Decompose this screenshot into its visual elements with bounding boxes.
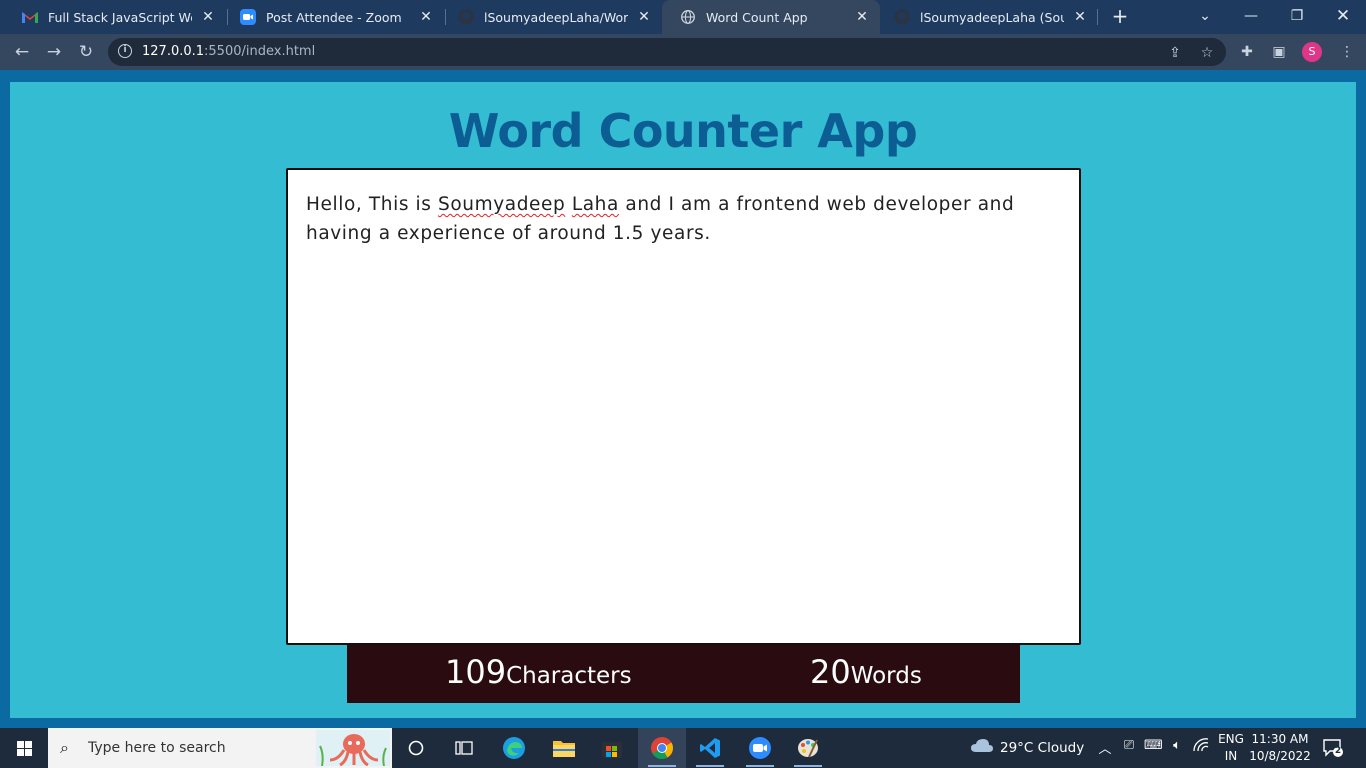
search-icon: ⌕	[60, 738, 69, 757]
characters-count: 109	[445, 653, 507, 691]
close-icon[interactable]: ✕	[418, 9, 434, 25]
file-explorer-folder-icon[interactable]	[540, 728, 588, 768]
windows-logo-icon	[16, 740, 32, 756]
menu-kebab-icon[interactable]: ⋮	[1338, 43, 1356, 61]
language-code: ENG	[1218, 732, 1244, 746]
tab-github-profile[interactable]: lSoumyadeepLaha (Soumyad ✕	[876, 0, 1098, 34]
tab-title: lSoumyadeepLaha (Soumyad	[920, 9, 1064, 25]
page-title: Word Counter App	[448, 104, 918, 158]
tab-title: Word Count App	[706, 9, 808, 25]
edge-browser-icon[interactable]	[490, 728, 538, 768]
url-host: 127.0.0.1	[142, 44, 205, 59]
cloudy-weather-icon[interactable]	[970, 737, 994, 757]
tab-title: Post Attendee - Zoom	[266, 9, 402, 25]
notification-center-icon[interactable]: 2	[1322, 738, 1344, 758]
words-label: Words	[850, 663, 922, 689]
chevron-up-icon[interactable]: ︿	[1096, 738, 1114, 757]
bookmark-star-icon[interactable]: ☆	[1198, 44, 1216, 62]
side-panel-icon[interactable]: ▣	[1270, 43, 1288, 61]
start-button[interactable]	[0, 728, 48, 768]
words-count: 20	[810, 653, 851, 691]
new-tab-button[interactable]: +	[1108, 4, 1132, 28]
paint-palette-icon[interactable]	[784, 728, 832, 768]
wifi-icon[interactable]	[1192, 738, 1210, 756]
misspelled-word: Soumyadeep	[438, 194, 566, 215]
system-clock[interactable]: 11:30 AM 10/8/2022	[1248, 731, 1312, 765]
browser-toolbar: ← → ↻ i 127.0.0.1:5500/index.html ⇪ ☆ ✚ …	[0, 34, 1366, 70]
tab-title: Full Stack JavaScript Web Dev	[48, 9, 192, 25]
close-icon[interactable]: ✕	[200, 9, 216, 25]
stats-bar: 109 Characters 20 Words	[347, 645, 1020, 703]
microsoft-store-icon[interactable]	[588, 728, 636, 768]
minimize-button[interactable]: —	[1228, 0, 1274, 32]
characters-label: Characters	[506, 663, 632, 689]
taskbar-search-box[interactable]: ⌕ Type here to search	[48, 728, 392, 768]
zoom-icon	[240, 9, 256, 25]
tab-zoom[interactable]: Post Attendee - Zoom ✕	[222, 0, 444, 34]
text-segment: Hello, This is	[306, 194, 438, 215]
github-icon	[458, 9, 474, 25]
close-icon[interactable]: ✕	[854, 9, 870, 25]
url-text: 127.0.0.1:5500/index.html	[142, 44, 315, 59]
input-method-icon[interactable]: ⌨	[1144, 738, 1163, 753]
clock-time: 11:30 AM	[1251, 732, 1309, 746]
close-window-button[interactable]: ✕	[1320, 0, 1366, 32]
notification-count: 2	[1334, 746, 1342, 756]
characters-stat: 109 Characters	[445, 653, 632, 691]
share-icon[interactable]: ⇪	[1166, 44, 1184, 62]
forward-arrow-icon[interactable]: →	[42, 40, 66, 64]
back-arrow-icon[interactable]: ←	[10, 40, 34, 64]
task-view-icon[interactable]	[440, 728, 488, 768]
gmail-icon	[22, 9, 38, 25]
words-stat: 20 Words	[810, 653, 922, 691]
reload-icon[interactable]: ↻	[74, 40, 98, 64]
github-icon	[894, 9, 910, 25]
tab-search-chevron-icon[interactable]: ⌄	[1182, 0, 1228, 32]
globe-icon	[680, 9, 696, 25]
cortana-circle-icon[interactable]	[392, 728, 440, 768]
tab-title: lSoumyadeepLaha/WordCou	[484, 9, 628, 25]
close-icon[interactable]: ✕	[636, 9, 652, 25]
browser-tab-strip: Full Stack JavaScript Web Dev ✕ Post Att…	[0, 0, 1366, 34]
profile-avatar[interactable]: S	[1302, 42, 1322, 62]
address-bar[interactable]: i 127.0.0.1:5500/index.html ⇪ ☆	[108, 38, 1226, 66]
page-content: Word Counter App Hello, This is Soumyade…	[10, 82, 1356, 718]
tab-word-count-app[interactable]: Word Count App ✕	[662, 0, 880, 34]
misspelled-word: Laha	[571, 194, 619, 215]
weather-text[interactable]: 29°C Cloudy	[1000, 740, 1084, 756]
speaker-volume-icon[interactable]: 🔈︎	[1168, 738, 1186, 753]
octopus-illustration-icon	[316, 730, 390, 766]
tab-separator	[1097, 9, 1098, 25]
close-icon[interactable]: ✕	[1072, 9, 1088, 25]
search-placeholder: Type here to search	[88, 740, 226, 756]
extensions-puzzle-icon[interactable]: ✚	[1238, 43, 1256, 61]
text-input-area[interactable]: Hello, This is Soumyadeep Laha and I am …	[286, 168, 1081, 645]
vscode-icon[interactable]	[686, 728, 734, 768]
tab-gmail[interactable]: Full Stack JavaScript Web Dev ✕	[4, 0, 226, 34]
chrome-browser-icon[interactable]	[638, 728, 686, 768]
meet-now-icon[interactable]: ⎚	[1120, 738, 1138, 753]
tab-github-repo[interactable]: lSoumyadeepLaha/WordCou ✕	[440, 0, 662, 34]
site-info-icon[interactable]: i	[118, 44, 132, 58]
windows-taskbar: ⌕ Type here to search 29°C Cloudy ︿ ⎚ ⌨ …	[0, 728, 1366, 768]
zoom-app-icon[interactable]	[736, 728, 784, 768]
restore-button[interactable]: ❐	[1274, 0, 1320, 32]
language-indicator[interactable]: ENG IN	[1216, 731, 1246, 765]
region-code: IN	[1224, 749, 1238, 763]
clock-date: 10/8/2022	[1249, 749, 1311, 763]
url-path: :5500/index.html	[204, 44, 316, 59]
